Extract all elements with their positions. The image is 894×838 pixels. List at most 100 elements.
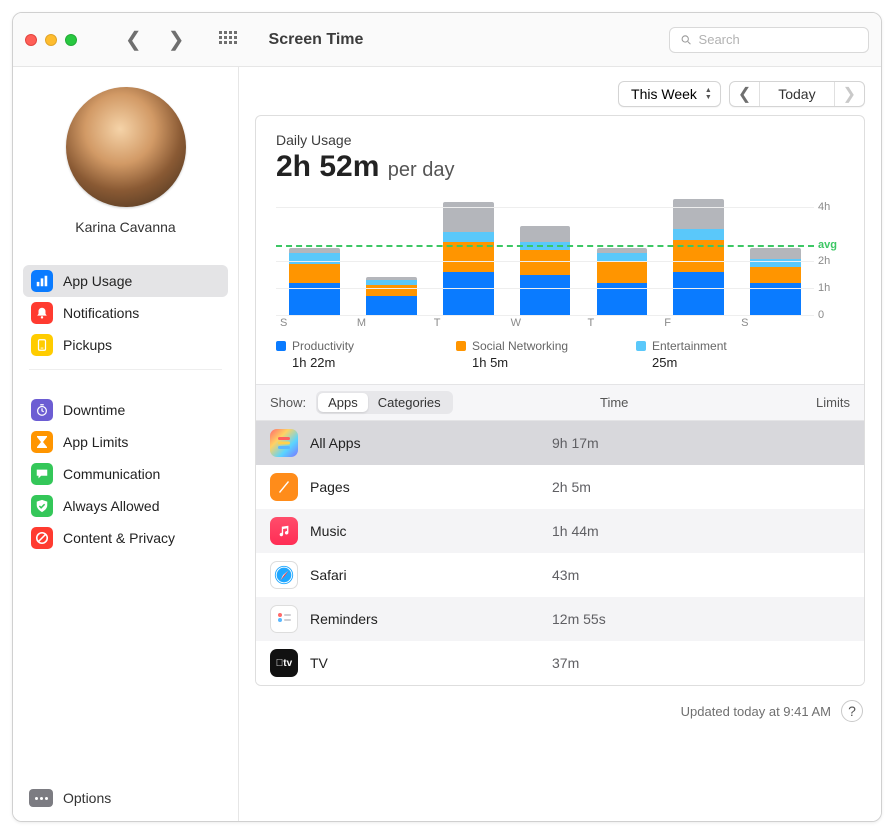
app-icon xyxy=(270,605,298,633)
sidebar-item-notifications[interactable]: Notifications xyxy=(23,297,228,329)
x-tick: T xyxy=(583,317,660,329)
app-name: Reminders xyxy=(310,611,540,627)
summary-value: 2h 52m xyxy=(276,150,379,183)
sidebar-item-label: App Limits xyxy=(63,434,128,450)
sidebar-item-content-privacy[interactable]: Content & Privacy xyxy=(23,522,228,554)
minimize-window-button[interactable] xyxy=(45,34,57,46)
options-label: Options xyxy=(63,790,111,806)
close-window-button[interactable] xyxy=(25,34,37,46)
bar-0[interactable] xyxy=(276,194,353,315)
back-button[interactable]: ❮ xyxy=(125,30,142,50)
search-field[interactable] xyxy=(669,27,869,53)
options-button[interactable]: Options xyxy=(23,785,228,811)
col-time: Time xyxy=(600,395,760,410)
tab-categories[interactable]: Categories xyxy=(368,393,451,412)
apps-grid-icon[interactable] xyxy=(219,31,237,49)
table-header: Show: Apps Categories Time Limits xyxy=(256,384,864,421)
legend-swatch xyxy=(276,341,286,351)
y-tick: 4h xyxy=(818,201,830,213)
toolbar: ❮ ❯ Screen Time xyxy=(13,13,881,67)
next-period-button[interactable]: ❯ xyxy=(835,82,864,106)
fullscreen-window-button[interactable] xyxy=(65,34,77,46)
tab-apps[interactable]: Apps xyxy=(318,393,368,412)
bar-3[interactable] xyxy=(507,194,584,315)
chart-summary: 2h 52m per day xyxy=(276,150,844,184)
chart-block: Daily Usage 2h 52m per day SMTWTFS 4havg… xyxy=(256,116,864,384)
bars-icon xyxy=(31,270,53,292)
app-row-all-apps[interactable]: All Apps 9h 17m xyxy=(256,421,864,465)
legend-item: Social Networking1h 5m xyxy=(456,339,596,370)
legend-swatch xyxy=(636,341,646,351)
prev-period-button[interactable]: ❮ xyxy=(730,82,759,106)
user-name: Karina Cavanna xyxy=(75,219,175,235)
show-toggle: Apps Categories xyxy=(316,391,453,414)
sidebar-item-label: Communication xyxy=(63,466,160,482)
bar-1[interactable] xyxy=(353,194,430,315)
app-row-safari[interactable]: Safari43m xyxy=(256,553,864,597)
app-icon xyxy=(270,429,298,457)
range-dropdown[interactable]: This Week ▲▼ xyxy=(618,81,721,107)
chart-title: Daily Usage xyxy=(276,132,844,148)
app-rows: All Apps 9h 17m Pages 2h 5m Music 1h 44m Safar… xyxy=(256,421,864,685)
sidebar-item-always-allowed[interactable]: Always Allowed xyxy=(23,490,228,522)
avatar[interactable] xyxy=(66,87,186,207)
clock-icon xyxy=(31,399,53,421)
date-stepper: ❮ Today ❯ xyxy=(729,81,865,107)
app-row-tv[interactable]: tvTV37m xyxy=(256,641,864,685)
bar-4[interactable] xyxy=(583,194,660,315)
legend-value: 25m xyxy=(636,355,776,370)
search-input[interactable] xyxy=(699,32,858,47)
sidebar-item-communication[interactable]: Communication xyxy=(23,458,228,490)
chart-legend: Productivity1h 22m Social Networking1h 5m… xyxy=(276,339,844,370)
help-button[interactable]: ? xyxy=(841,700,863,722)
app-time: 2h 5m xyxy=(552,479,712,495)
sidebar-section-usage: App UsageNotificationsPickups xyxy=(23,265,228,361)
y-tick: avg xyxy=(818,239,837,251)
app-time: 43m xyxy=(552,567,712,583)
today-button[interactable]: Today xyxy=(760,82,833,106)
hourglass-icon xyxy=(31,431,53,453)
sidebar-item-app-limits[interactable]: App Limits xyxy=(23,426,228,458)
app-time: 1h 44m xyxy=(552,523,712,539)
app-row-music[interactable]: Music 1h 44m xyxy=(256,509,864,553)
bell-icon xyxy=(31,302,53,324)
sidebar-item-downtime[interactable]: Downtime xyxy=(23,394,228,426)
sidebar-item-app-usage[interactable]: App Usage xyxy=(23,265,228,297)
forward-button[interactable]: ❯ xyxy=(168,30,185,50)
app-row-pages[interactable]: Pages 2h 5m xyxy=(256,465,864,509)
y-tick: 2h xyxy=(818,255,830,267)
avg-line xyxy=(276,245,814,247)
col-limits: Limits xyxy=(770,395,850,410)
app-name: TV xyxy=(310,655,540,671)
screen-time-window: ❮ ❯ Screen Time Karina Cavanna App Usage… xyxy=(12,12,882,822)
app-time: 9h 17m xyxy=(552,435,712,451)
app-row-reminders[interactable]: Reminders12m 55s xyxy=(256,597,864,641)
app-name: Pages xyxy=(310,479,540,495)
x-tick: W xyxy=(507,317,584,329)
main-content: This Week ▲▼ ❮ Today ❯ Daily Usage 2h 52… xyxy=(239,67,881,821)
legend-name: Entertainment xyxy=(652,339,727,353)
sidebar-divider xyxy=(29,369,222,370)
app-name: All Apps xyxy=(310,435,540,451)
y-tick: 0 xyxy=(818,309,824,321)
bar-2[interactable] xyxy=(430,194,507,315)
sidebar-item-label: Content & Privacy xyxy=(63,530,175,546)
app-icon: tv xyxy=(270,649,298,677)
legend-item: Productivity1h 22m xyxy=(276,339,416,370)
check-icon xyxy=(31,495,53,517)
legend-name: Social Networking xyxy=(472,339,568,353)
legend-item: Entertainment 25m xyxy=(636,339,776,370)
app-name: Music xyxy=(310,523,540,539)
sidebar-item-pickups[interactable]: Pickups xyxy=(23,329,228,361)
updown-icon: ▲▼ xyxy=(705,87,712,101)
range-controls: This Week ▲▼ ❮ Today ❯ xyxy=(239,67,881,115)
app-icon xyxy=(270,473,298,501)
user-block: Karina Cavanna xyxy=(23,81,228,249)
legend-value: 1h 22m xyxy=(276,355,416,370)
bar-5[interactable] xyxy=(660,194,737,315)
x-tick: F xyxy=(660,317,737,329)
app-icon xyxy=(270,561,298,589)
bar-6[interactable] xyxy=(737,194,814,315)
bubble-icon xyxy=(31,463,53,485)
y-tick: 1h xyxy=(818,282,830,294)
